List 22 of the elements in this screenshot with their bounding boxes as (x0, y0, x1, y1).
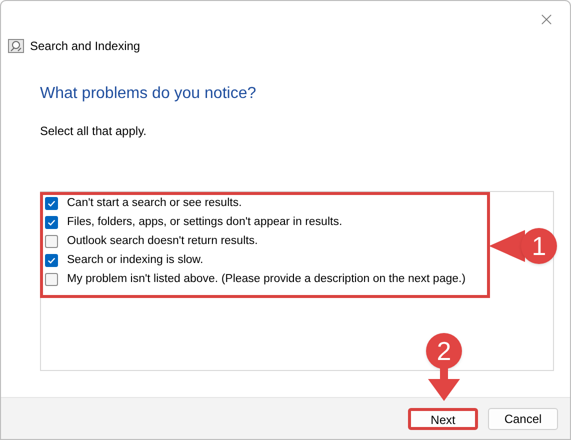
option-label: Files, folders, apps, or settings don't appear in results. (67, 216, 342, 228)
checkbox[interactable] (45, 197, 58, 210)
close-icon (540, 14, 552, 24)
option-label: Can't start a search or see results. (67, 198, 242, 210)
checkbox[interactable] (45, 235, 58, 248)
option-label: My problem isn't listed above. (Please provide a description on the next page.) (67, 274, 466, 286)
checkbox[interactable] (45, 216, 58, 229)
window-title: Search and Indexing (30, 38, 140, 55)
checkbox[interactable] (45, 273, 58, 286)
check-icon (47, 218, 56, 227)
instruction-text: Select all that apply. (40, 123, 147, 140)
page-heading: What problems do you notice? (40, 84, 256, 104)
next-button[interactable]: Next (408, 408, 478, 430)
search-app-icon (8, 39, 24, 53)
check-icon (47, 199, 56, 208)
callout-annotation: 2 (425, 333, 463, 403)
cancel-button[interactable]: Cancel (488, 408, 558, 430)
checkbox[interactable] (45, 254, 58, 267)
option-label: Search or indexing is slow. (67, 254, 204, 266)
check-icon (47, 256, 56, 265)
option-label: Outlook search doesn't return results. (67, 236, 258, 248)
callout-annotation: 1 (489, 226, 561, 266)
